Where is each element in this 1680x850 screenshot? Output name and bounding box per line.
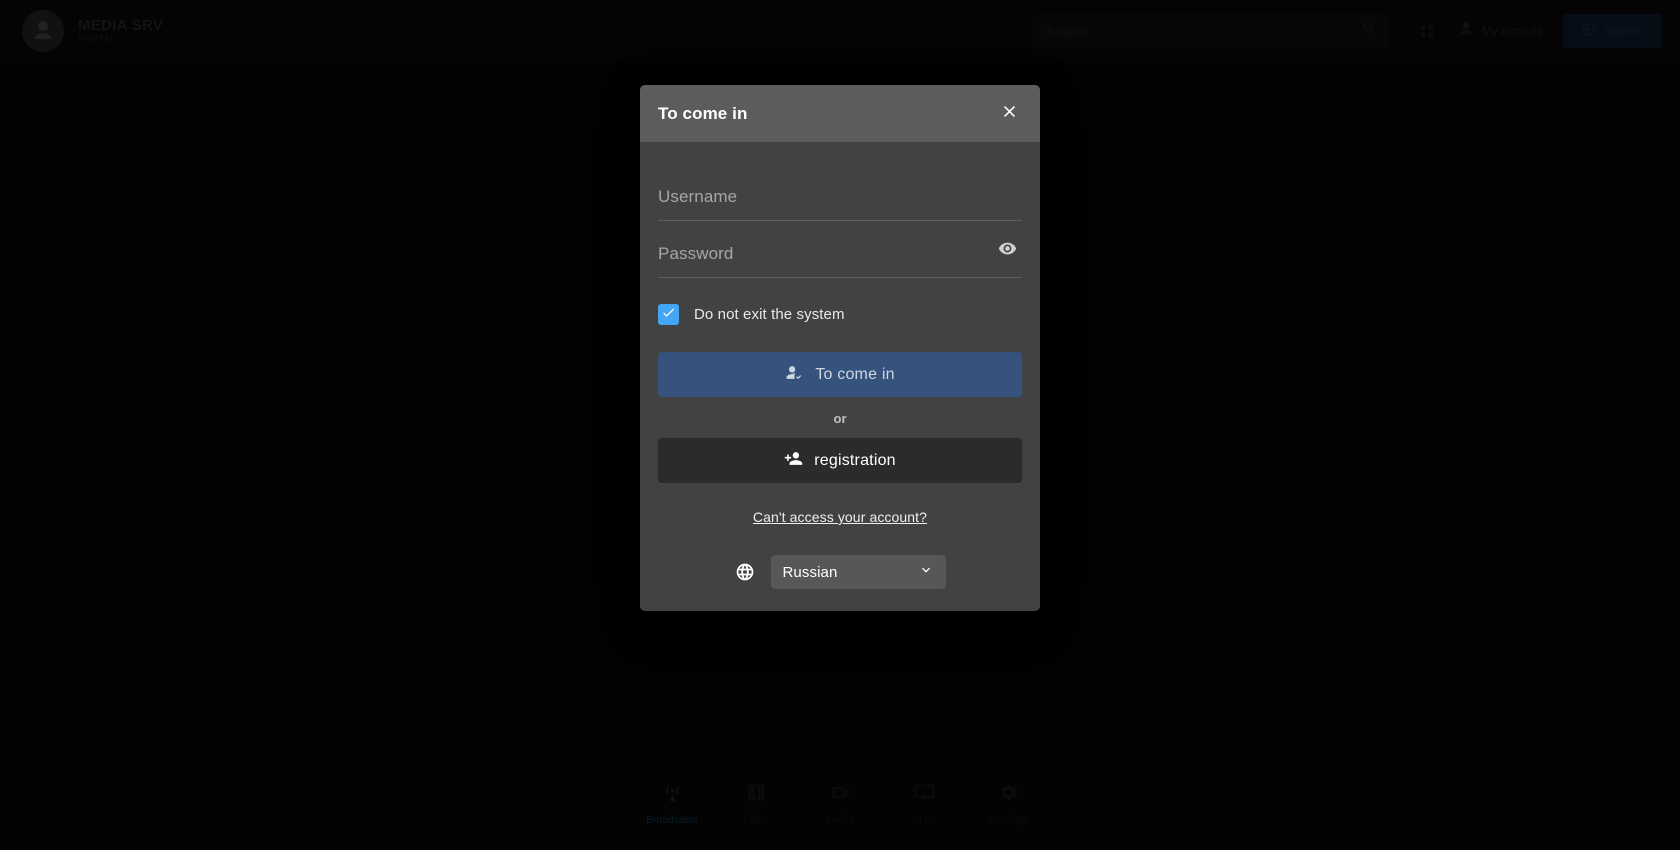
- login-button[interactable]: To come in: [658, 352, 1022, 397]
- dialog-body: Username Password Do not exit the system…: [640, 142, 1040, 611]
- username-underline: [658, 220, 1022, 221]
- registration-button[interactable]: registration: [658, 438, 1022, 483]
- language-row: Russian: [658, 555, 1022, 589]
- person-add-icon: [784, 449, 803, 473]
- username-field[interactable]: Username: [658, 168, 1022, 221]
- chevron-down-icon: [918, 562, 934, 583]
- login-dialog: To come in Username Password Do not exit…: [640, 85, 1040, 611]
- app-root: MEDIA SRV PORTAL Search My account: [0, 0, 1680, 850]
- globe-icon: [735, 562, 755, 582]
- language-value: Russian: [782, 563, 838, 581]
- password-underline: [658, 277, 1022, 278]
- login-button-label: To come in: [815, 365, 895, 383]
- dialog-title: To come in: [658, 103, 748, 123]
- close-icon: [1000, 102, 1019, 126]
- remember-me-label: Do not exit the system: [694, 306, 845, 323]
- person-check-icon: [785, 363, 804, 387]
- account-recovery-link[interactable]: Can't access your account?: [658, 509, 1022, 525]
- password-placeholder: Password: [658, 244, 734, 263]
- check-icon: [661, 305, 676, 325]
- divider-label: or: [833, 411, 847, 426]
- remember-me-row[interactable]: Do not exit the system: [658, 304, 1022, 325]
- dialog-header: To come in: [640, 85, 1040, 142]
- username-placeholder: Username: [658, 187, 738, 206]
- remember-me-checkbox[interactable]: [658, 304, 679, 325]
- password-field[interactable]: Password: [658, 225, 1022, 278]
- toggle-password-visibility-button[interactable]: [994, 238, 1020, 264]
- eye-icon: [998, 239, 1017, 263]
- language-select[interactable]: Russian: [770, 555, 946, 589]
- registration-button-label: registration: [814, 451, 896, 469]
- close-button[interactable]: [992, 97, 1026, 131]
